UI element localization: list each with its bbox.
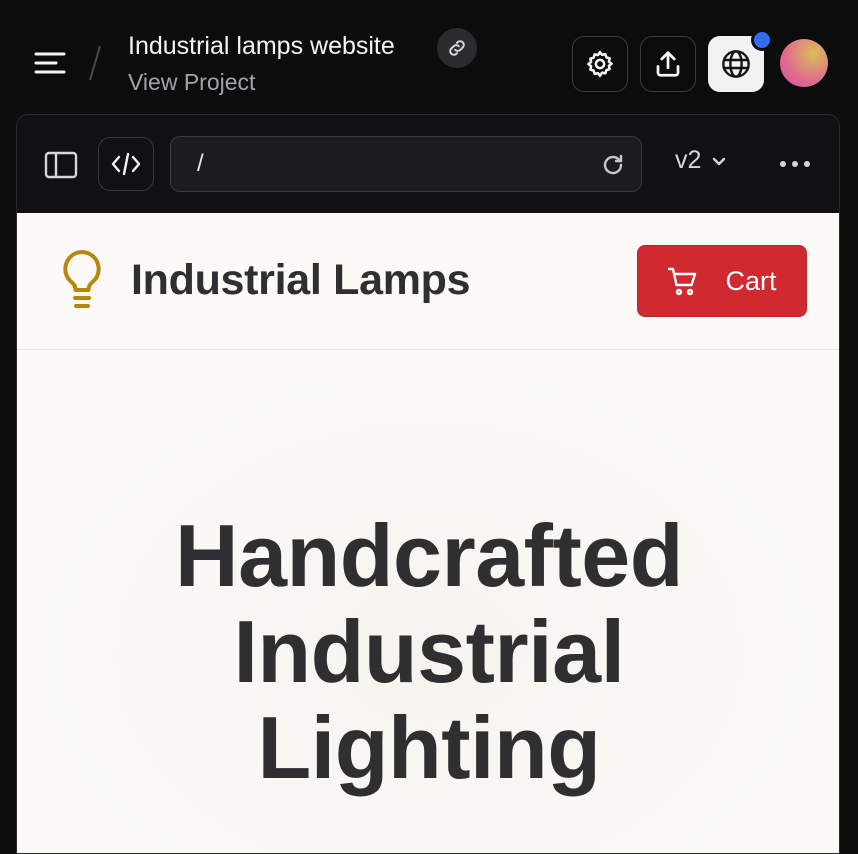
- app-topbar: Industrial lamps website View Project: [0, 0, 858, 114]
- hero-title-line-2: Industrial: [233, 602, 625, 701]
- version-selector[interactable]: v2: [675, 146, 727, 175]
- preview-toolbar: / v2: [17, 115, 839, 213]
- breadcrumb-separator: [88, 44, 102, 82]
- sidebar-toggle-icon[interactable]: [41, 145, 81, 185]
- code-icon: [111, 152, 141, 176]
- cart-icon: [668, 267, 697, 296]
- brand-name[interactable]: Industrial Lamps: [131, 256, 471, 305]
- gear-icon: [587, 50, 613, 78]
- share-icon: [656, 51, 680, 77]
- hero-title-line-3: Lighting: [257, 698, 601, 797]
- url-value: /: [197, 150, 204, 177]
- notification-dot: [751, 29, 773, 51]
- reload-icon[interactable]: [601, 153, 625, 177]
- code-view-button[interactable]: [98, 137, 154, 191]
- hero-section: Handcrafted Industrial Lighting: [17, 350, 839, 853]
- project-title[interactable]: Industrial lamps website: [128, 32, 395, 61]
- link-icon[interactable]: [437, 28, 477, 68]
- share-button[interactable]: [640, 36, 696, 92]
- cart-label: Cart: [725, 265, 777, 296]
- site-header: Industrial Lamps Cart: [17, 213, 839, 350]
- hero-title: Handcrafted Industrial Lighting: [17, 506, 839, 797]
- menu-icon[interactable]: [30, 46, 70, 80]
- chevron-down-icon: [713, 157, 726, 165]
- hero-title-line-1: Handcrafted: [175, 506, 683, 605]
- website-preview: Industrial Lamps Cart Handcrafted Indust…: [17, 213, 839, 853]
- preview-frame: / v2 Industrial Lamps Cart Handcrafted I…: [16, 114, 840, 854]
- version-label: v2: [675, 146, 702, 174]
- avatar[interactable]: [780, 39, 828, 87]
- globe-icon: [722, 50, 750, 78]
- lightbulb-icon: [63, 250, 101, 308]
- settings-button[interactable]: [572, 36, 628, 92]
- more-icon[interactable]: [777, 149, 813, 179]
- url-input[interactable]: /: [170, 136, 642, 192]
- view-project-link[interactable]: View Project: [128, 69, 255, 96]
- cart-button[interactable]: Cart: [637, 245, 807, 317]
